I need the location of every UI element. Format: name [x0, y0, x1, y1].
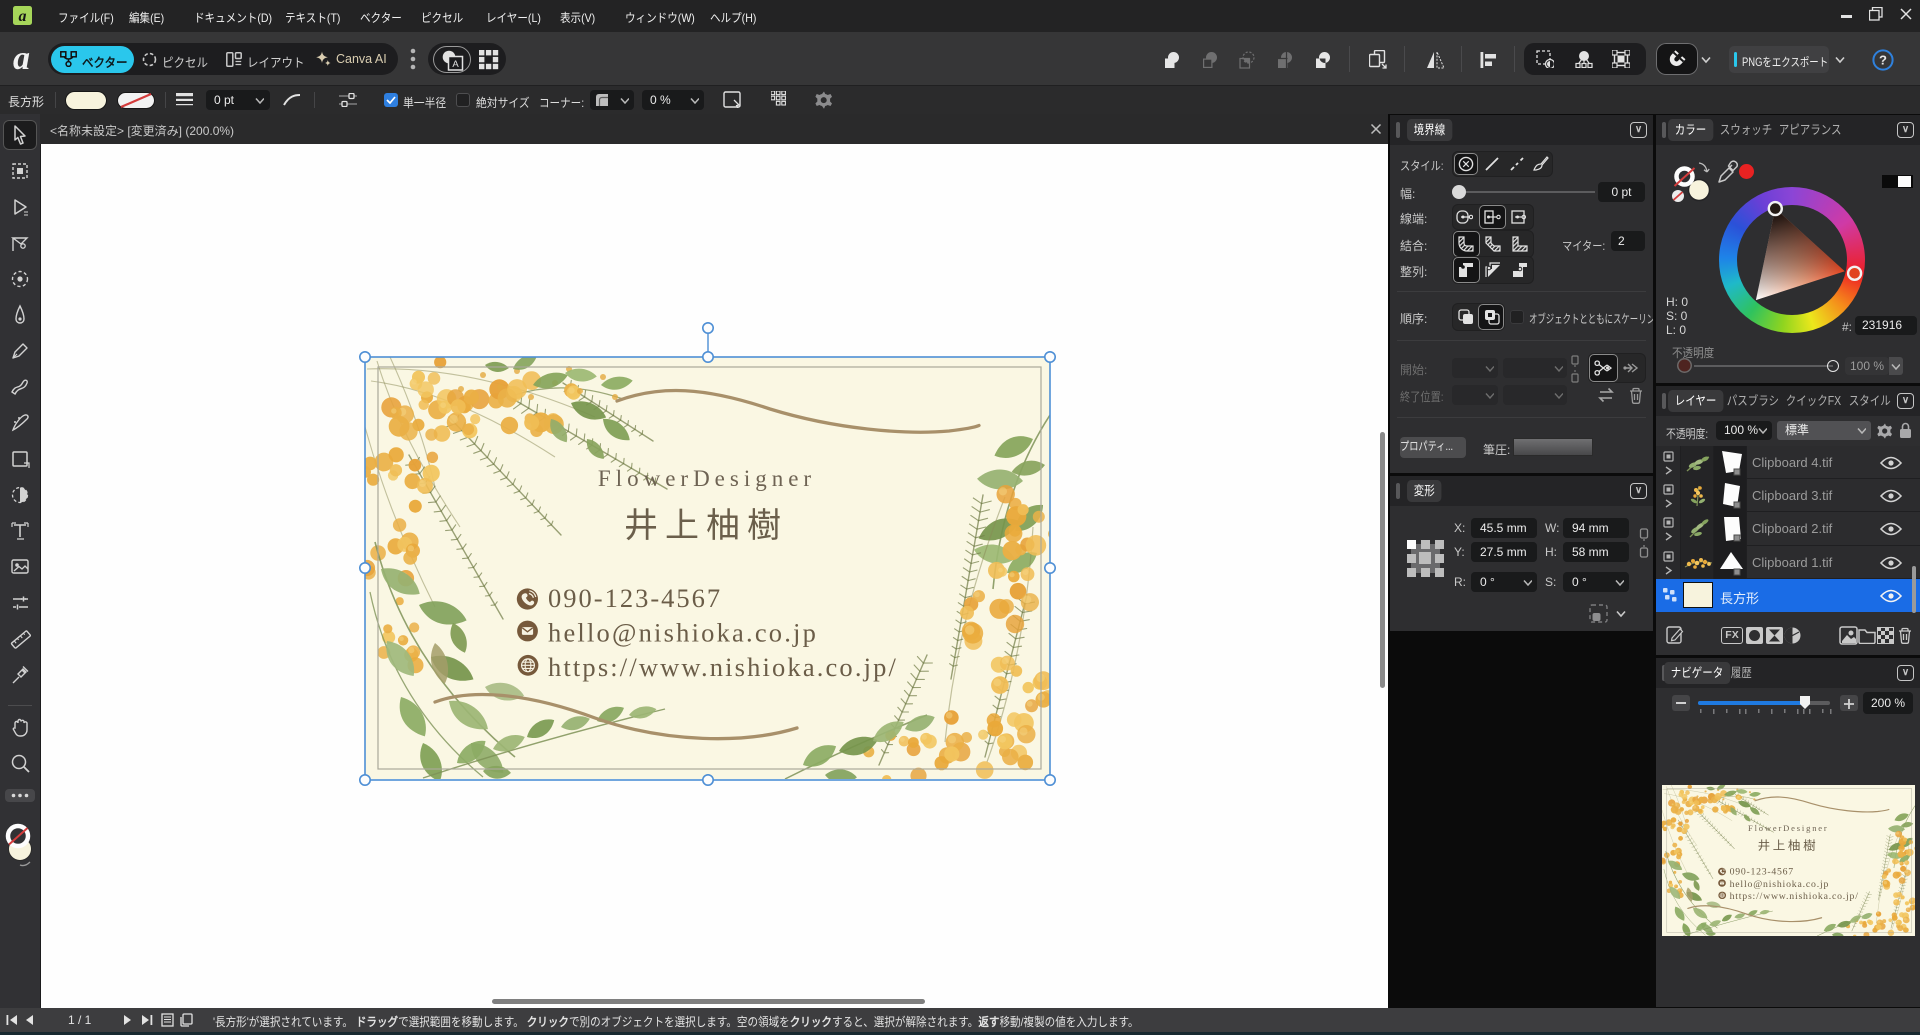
svg-text:a: a	[19, 8, 27, 25]
svg-text:A: A	[452, 59, 459, 70]
svg-text:?: ?	[1879, 53, 1887, 68]
